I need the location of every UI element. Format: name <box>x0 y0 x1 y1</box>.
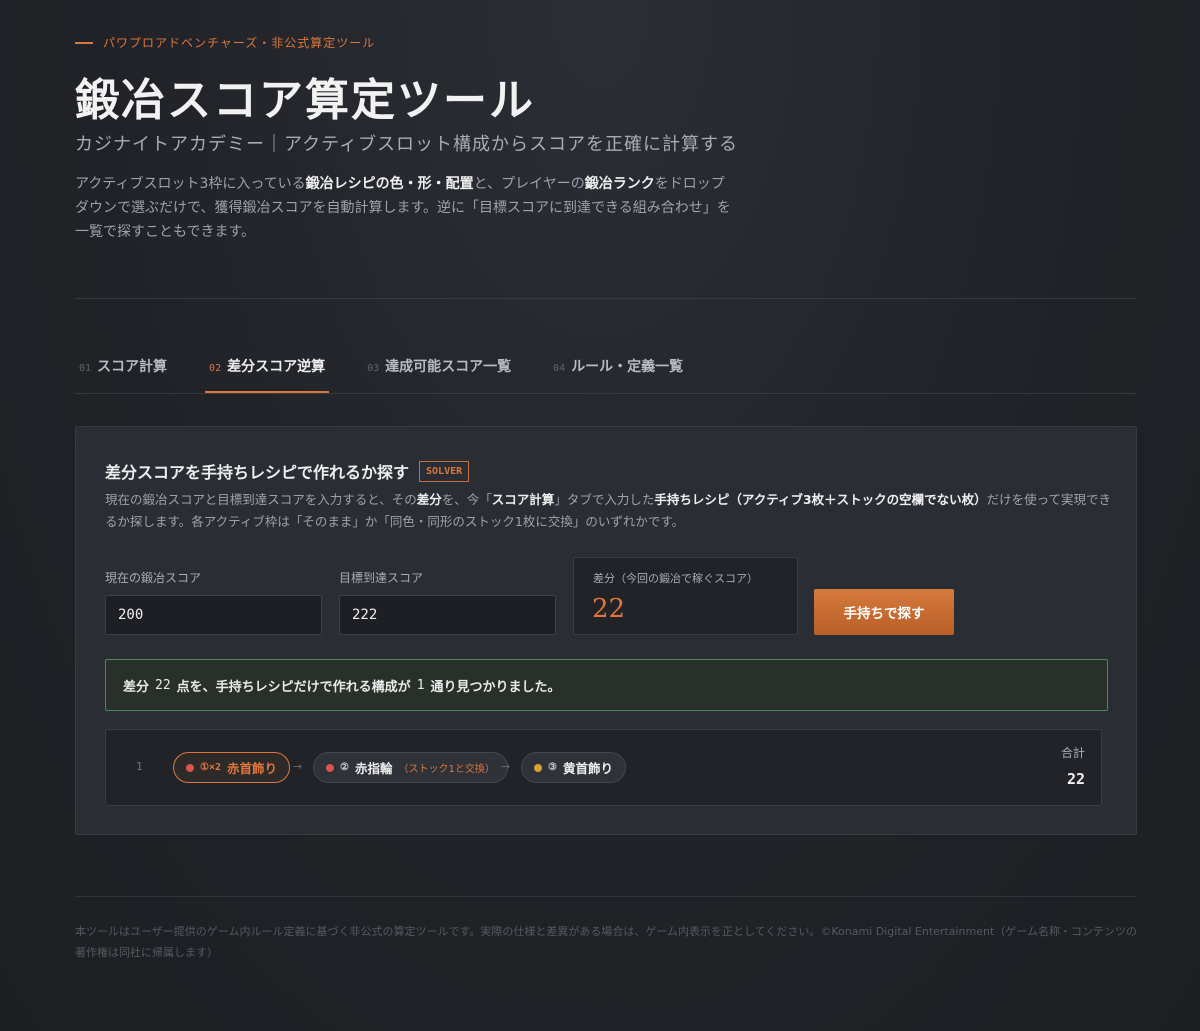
total-label: 合計 <box>1060 746 1085 760</box>
recipe-chip[interactable]: ①×2 赤首飾り <box>173 752 291 783</box>
chip-name: 黄首飾り <box>562 761 613 776</box>
desc-bold: 差分 <box>416 492 442 507</box>
tab-number: 02 <box>209 363 222 374</box>
chip-slot: ①×2 <box>200 762 222 773</box>
result-text: 差分 <box>123 679 150 695</box>
page: パワプロアドベンチャーズ・非公式算定ツール 鍛冶スコア算定ツール カジナイトアカ… <box>0 0 1200 1031</box>
solver-badge: SOLVER <box>419 460 470 482</box>
intro-part: アクティブスロット3枠に入っている <box>75 176 306 192</box>
result-text: 通り見つかりました。 <box>430 679 561 695</box>
tab-achievable-list[interactable]: 03 達成可能スコア一覧 <box>363 340 515 393</box>
diff-label: 差分（今回の鍛冶で稼ぐスコア） <box>593 572 758 585</box>
page-title: 鍛冶スコア算定ツール <box>75 75 535 126</box>
tab-label: スコア計算 <box>97 359 168 375</box>
intro-bold: 鍛冶レシピの色・形・配置 <box>305 176 474 192</box>
solver-header: 差分スコアを手持ちレシピで作れるか探す SOLVER <box>105 459 470 483</box>
color-dot-icon <box>186 763 194 772</box>
page-subtitle: カジナイトアカデミー｜アクティブスロット構成からスコアを正確に計算する <box>75 134 739 155</box>
eyebrow-dash <box>75 41 93 44</box>
desc-bold: 手持ちレシピ（アクティブ3枚＋ストックの空欄でない枚） <box>654 492 987 507</box>
arrow-icon: → <box>293 760 303 773</box>
solution-index: 1 <box>136 760 143 773</box>
desc-part: を、今「 <box>441 492 492 507</box>
intro-part: と、プレイヤーの <box>473 176 585 192</box>
color-dot-icon <box>534 763 542 772</box>
target-score-label: 目標到達スコア <box>339 571 424 585</box>
total-value: 22 <box>1066 770 1085 788</box>
solution-row: 1 ①×2 赤首飾り → ② 赤指輪 （ストック1と交換） → ③ 黄首飾り 合… <box>105 729 1102 806</box>
diff-display: 差分（今回の鍛冶で稼ぐスコア） 22 <box>573 557 798 635</box>
desc-part: 現在の鍛冶スコアと目標到達スコアを入力すると、その <box>105 492 417 507</box>
tab-label: 達成可能スコア一覧 <box>385 359 512 375</box>
intro-text: アクティブスロット3枠に入っている鍛冶レシピの色・形・配置と、プレイヤーの鍛冶ラ… <box>75 172 735 244</box>
desc-part: 」タブで入力した <box>554 492 655 507</box>
chip-slot: ② <box>340 762 349 773</box>
search-button[interactable]: 手持ちで探す <box>814 589 954 635</box>
tab-label: 差分スコア逆算 <box>227 359 326 375</box>
divider <box>75 298 1137 299</box>
recipe-chip[interactable]: ② 赤指輪 （ストック1と交換） <box>313 752 508 783</box>
chip-name: 赤指輪 <box>354 761 393 776</box>
tab-label: ルール・定義一覧 <box>571 359 684 375</box>
current-score-label: 現在の鍛冶スコア <box>105 571 202 585</box>
tab-number: 01 <box>79 363 92 374</box>
eyebrow: パワプロアドベンチャーズ・非公式算定ツール <box>75 34 375 51</box>
footer-disclaimer: 本ツールはユーザー提供のゲーム内ルール定義に基づく非公式の算定ツールです。実際の… <box>75 925 1137 959</box>
result-diff: 22 <box>155 677 171 693</box>
solver-description: 現在の鍛冶スコアと目標到達スコアを入力すると、その差分を、今「スコア計算」タブで… <box>105 489 1115 533</box>
result-count: 1 <box>416 677 425 693</box>
divider <box>75 896 1137 897</box>
tab-number: 03 <box>367 363 380 374</box>
current-score-input[interactable] <box>105 595 322 635</box>
tab-score-calc[interactable]: 01 スコア計算 <box>75 340 171 393</box>
chip-slot: ③ <box>548 762 557 773</box>
tab-rules[interactable]: 04 ルール・定義一覧 <box>549 340 687 393</box>
diff-value: 22 <box>592 594 626 624</box>
recipe-chip[interactable]: ③ 黄首飾り <box>521 752 626 783</box>
result-text: 点を、手持ちレシピだけで作れる構成が <box>176 679 411 695</box>
tab-bar: 01 スコア計算 02 差分スコア逆算 03 達成可能スコア一覧 04 ルール・… <box>75 340 1137 394</box>
result-message: 差分 22 点を、手持ちレシピだけで作れる構成が 1 通り見つかりました。 <box>105 659 1108 711</box>
eyebrow-text: パワプロアドベンチャーズ・非公式算定ツール <box>103 36 376 50</box>
desc-bold: スコア計算 <box>491 492 555 507</box>
solver-title: 差分スコアを手持ちレシピで作れるか探す <box>105 463 410 482</box>
solver-card: 差分スコアを手持ちレシピで作れるか探す SOLVER 現在の鍛冶スコアと目標到達… <box>75 426 1137 835</box>
intro-bold: 鍛冶ランク <box>584 176 655 192</box>
color-dot-icon <box>326 763 334 772</box>
chip-name: 赤首飾り <box>227 761 278 776</box>
arrow-icon: → <box>501 760 511 773</box>
target-score-input[interactable] <box>339 595 556 635</box>
tab-number: 04 <box>553 363 566 374</box>
chip-note: （ストック1と交換） <box>398 764 495 775</box>
tab-diff-solver[interactable]: 02 差分スコア逆算 <box>205 340 330 393</box>
